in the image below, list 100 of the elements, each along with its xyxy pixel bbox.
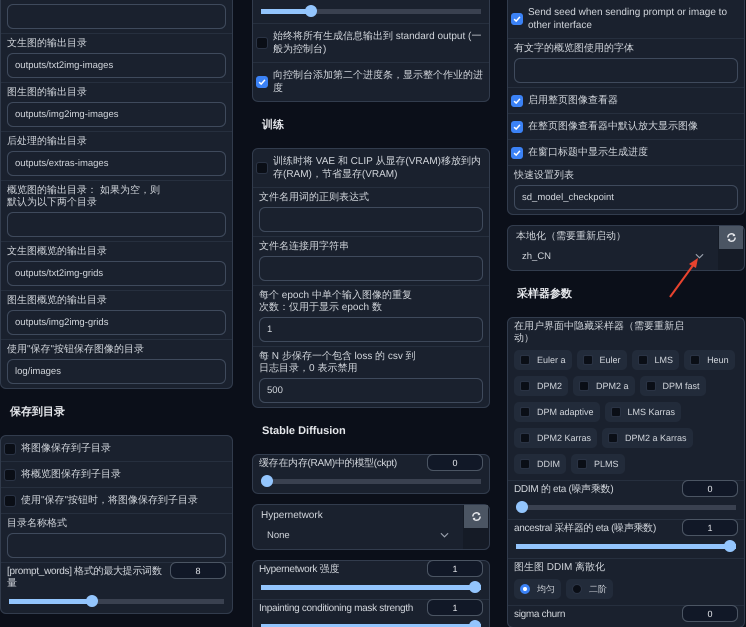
checkbox[interactable] [520, 433, 530, 443]
checkbox[interactable] [646, 381, 656, 391]
refresh-icon [726, 232, 736, 243]
radio-button[interactable] [572, 584, 582, 594]
checkbox[interactable] [4, 442, 16, 454]
sampler-option[interactable]: LMS Karras [604, 402, 682, 422]
slider-handle[interactable] [469, 581, 481, 593]
checkbox[interactable] [520, 355, 530, 365]
input-field[interactable]: 1 [259, 317, 483, 342]
input-field[interactable] [7, 4, 226, 29]
checkbox[interactable] [511, 120, 523, 132]
sampler-option[interactable]: DPM2 a [573, 376, 635, 396]
section-heading: Stable Diffusion [261, 424, 347, 439]
field-label: 每个 epoch 中单个输入图像的重复次数：仅用于显示 epoch 数 [259, 290, 413, 314]
field-label: 快速设置列表 [514, 170, 575, 182]
checkbox-label: 将概览图保存到子目录 [21, 468, 121, 481]
sampler-option[interactable]: Euler [576, 350, 627, 370]
number-field[interactable]: 1 [427, 560, 483, 577]
input-field[interactable] [259, 256, 483, 281]
number-field[interactable]: 0 [427, 454, 483, 471]
input-field[interactable] [514, 58, 738, 83]
slider-label: sigma churn [514, 609, 566, 621]
checkbox[interactable] [520, 459, 530, 469]
slider-label: ancestral 采样器的 eta (噪声乘数) [514, 523, 656, 535]
sampler-option[interactable]: DDIM [514, 454, 566, 474]
checkbox[interactable] [4, 468, 16, 480]
dropdown[interactable]: None [261, 525, 455, 545]
radio-option[interactable]: 均匀 [514, 579, 561, 599]
radio-button[interactable] [520, 584, 530, 594]
checkbox[interactable] [610, 407, 621, 417]
checkbox[interactable] [577, 459, 587, 469]
checkbox-label: Send seed when sending prompt or image to other interface [528, 6, 728, 32]
input-field[interactable] [259, 207, 483, 232]
checkbox[interactable] [638, 355, 648, 365]
sampler-option[interactable]: DPM fast [640, 376, 706, 396]
checkbox-label: 在整页图像查看器中默认放大显示图像 [528, 120, 698, 133]
sampler-option[interactable]: DPM2 a Karras [602, 428, 693, 448]
dropdown-label: Hypernetwork [261, 510, 324, 522]
refresh-icon [470, 511, 482, 522]
checkbox[interactable] [582, 355, 593, 365]
refresh-button[interactable] [464, 505, 488, 528]
input-field[interactable] [7, 212, 226, 237]
number-field[interactable]: 1 [427, 599, 483, 616]
checkbox[interactable] [690, 355, 700, 365]
slider-handle[interactable] [86, 595, 98, 607]
checkbox-label: 向控制台添加第二个进度条，显示整个作业的进度 [273, 69, 484, 95]
checkbox[interactable] [511, 94, 523, 106]
field-label: 在用户界面中隐藏采样器（需要重新启动） [514, 321, 684, 345]
sampler-option[interactable]: PLMS [571, 454, 625, 474]
input-field[interactable]: 500 [259, 378, 483, 403]
field-label: 文件名连接用字符串 [259, 241, 350, 253]
checkbox[interactable] [256, 37, 268, 49]
checkbox-label: 训练时将 VAE 和 CLIP 从显存(VRAM)移放到内存(RAM)，节省显存(VRAM) [273, 155, 482, 181]
field-label: 文生图的输出目录 [7, 38, 88, 50]
checkbox[interactable] [579, 381, 590, 391]
input-field[interactable]: outputs/img2img-grids [7, 310, 226, 335]
sampler-option[interactable]: DPM adaptive [514, 402, 600, 422]
checkbox[interactable] [520, 407, 530, 417]
checkbox-label: 将图像保存到子目录 [21, 442, 111, 455]
number-field[interactable]: 1 [682, 519, 738, 536]
input-field[interactable]: log/images [7, 359, 226, 384]
input-field[interactable]: sd_model_checkpoint [514, 185, 738, 210]
input-field[interactable]: outputs/txt2img-images [7, 53, 226, 78]
sampler-option[interactable]: DPM2 Karras [514, 428, 598, 448]
number-field[interactable]: 0 [682, 480, 738, 497]
checkbox-label: 在窗口标题中显示生成进度 [528, 146, 648, 159]
input-field[interactable] [7, 533, 226, 558]
section-heading: 训练 [260, 118, 285, 133]
slider-handle[interactable] [516, 501, 528, 513]
checkbox-label: 启用整页图像查看器 [528, 94, 618, 107]
input-field[interactable]: outputs/txt2img-grids [7, 261, 226, 286]
slider-label: 缓存在内存(RAM)中的模型(ckpt) [259, 458, 397, 470]
field-label: 文生图概览的输出目录 [7, 246, 108, 258]
checkbox-label: 始终将所有生成信息输出到 standard output (一般为控制台) [273, 30, 482, 56]
sampler-option[interactable]: Euler a [514, 350, 572, 370]
dropdown[interactable]: zh_CN [516, 246, 710, 266]
checkbox[interactable] [520, 381, 530, 391]
input-field[interactable]: outputs/extras-images [7, 151, 226, 176]
slider-handle[interactable] [304, 5, 317, 17]
slider-handle[interactable] [261, 475, 273, 487]
field-label: 概览图的输出目录： 如果为空，则默认为以下两个目录 [7, 185, 161, 209]
chevron-down-icon [440, 532, 449, 538]
checkbox[interactable] [256, 76, 268, 88]
number-field[interactable]: 8 [170, 562, 226, 579]
sampler-option[interactable]: Heun [684, 350, 735, 370]
checkbox[interactable] [511, 13, 523, 25]
sampler-option[interactable]: DPM2 [514, 376, 568, 396]
checkbox[interactable] [608, 433, 618, 443]
checkbox[interactable] [511, 146, 523, 158]
input-field[interactable]: outputs/img2img-images [7, 102, 226, 127]
refresh-button[interactable] [719, 226, 743, 249]
field-label: 图生图的输出目录 [7, 87, 88, 99]
number-field[interactable]: 0 [682, 605, 738, 622]
slider-handle[interactable] [724, 540, 736, 552]
checkbox[interactable] [256, 162, 268, 174]
sampler-option[interactable]: LMS [632, 350, 680, 370]
section-heading: 保存到目录 [8, 404, 66, 420]
radio-option[interactable]: 二阶 [566, 579, 613, 599]
dropdown-label: 本地化（需要重新启动） [516, 231, 627, 243]
checkbox[interactable] [4, 494, 16, 506]
